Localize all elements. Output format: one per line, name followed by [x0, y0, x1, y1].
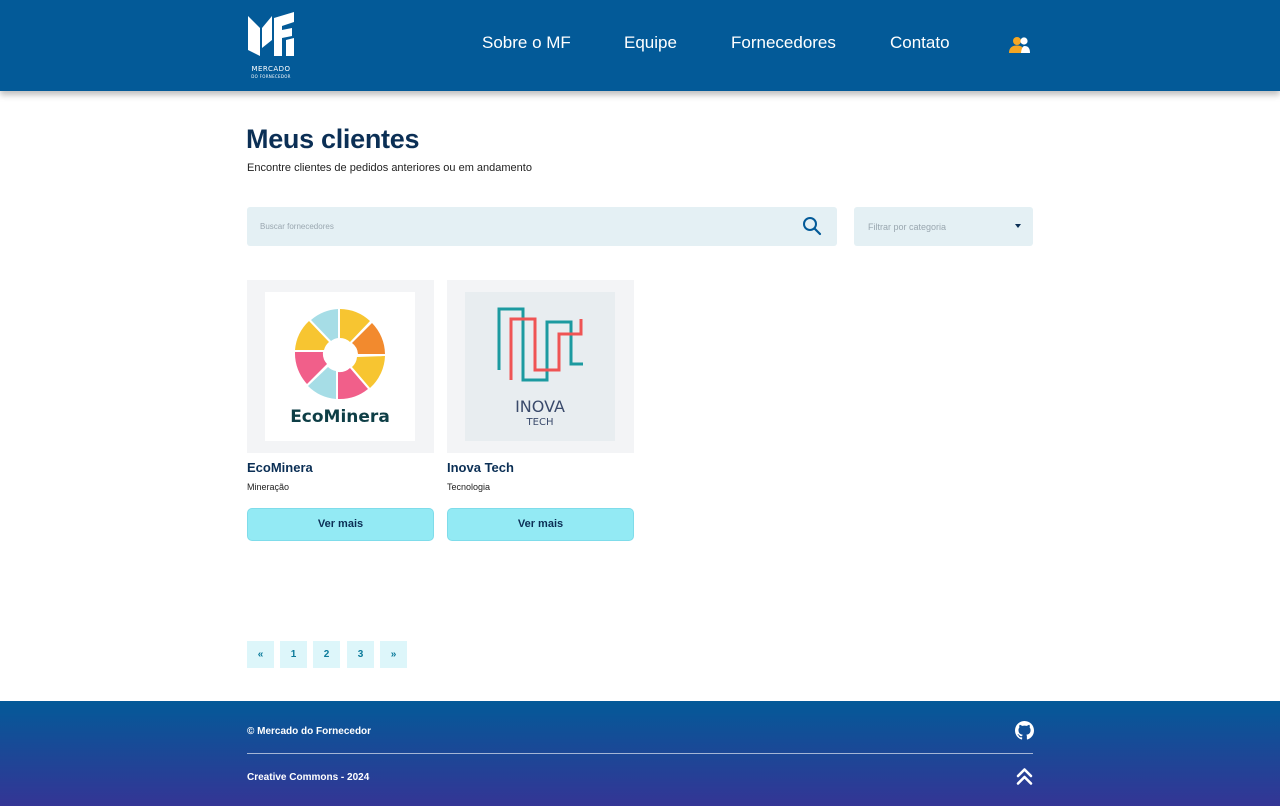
pagination-page-3[interactable]: 3 [347, 641, 374, 668]
brand-name: MERCADO [251, 65, 291, 73]
brand-logo[interactable]: MERCADO DO FORNECEDOR [246, 12, 296, 80]
inova-tech-logo: INOVA TECH [465, 292, 615, 441]
ver-mais-button[interactable]: Ver mais [247, 508, 434, 541]
pagination-page-1[interactable]: 1 [280, 641, 307, 668]
client-category: Mineração [247, 482, 290, 492]
search-icon[interactable] [802, 216, 822, 236]
inova-logo-text: INOVA [515, 397, 565, 416]
nav-item-equipe[interactable]: Equipe [624, 33, 677, 53]
client-image-frame: INOVA TECH [447, 280, 634, 453]
pagination-page-2[interactable]: 2 [313, 641, 340, 668]
footer-divider [247, 753, 1033, 754]
brand-subtitle: DO FORNECEDOR [251, 74, 291, 79]
search-input[interactable] [247, 207, 787, 246]
nav-item-contato[interactable]: Contato [890, 33, 950, 53]
category-filter-select[interactable]: Filtrar por categoria [854, 207, 1033, 246]
nav-item-fornecedores[interactable]: Fornecedores [731, 33, 836, 53]
github-icon[interactable] [1015, 721, 1034, 740]
mf-logo-icon [248, 12, 294, 56]
footer-copyright: © Mercado do Fornecedor [247, 726, 372, 737]
site-header: MERCADO DO FORNECEDOR Sobre o MF Equipe … [0, 0, 1280, 91]
users-icon[interactable] [1009, 36, 1031, 54]
inova-logo-subtext: TECH [526, 417, 554, 428]
ecominera-logo-text: EcoMinera [290, 407, 390, 427]
ver-mais-button[interactable]: Ver mais [447, 508, 634, 541]
page-subtitle: Encontre clientes de pedidos anteriores … [247, 162, 532, 174]
ecominera-logo: EcoMinera [265, 292, 415, 441]
double-chevron-up-icon[interactable] [1016, 767, 1033, 786]
nav-item-sobre[interactable]: Sobre o MF [482, 33, 571, 53]
site-footer: © Mercado do Fornecedor Creative Commons… [0, 701, 1280, 806]
client-image-frame: EcoMinera [247, 280, 434, 453]
category-filter-label: Filtrar por categoria [868, 222, 947, 232]
caret-down-icon [1015, 224, 1021, 228]
client-category: Tecnologia [447, 482, 491, 492]
footer-license: Creative Commons - 2024 [247, 772, 370, 783]
search-bar [247, 207, 837, 246]
pagination-last-button[interactable]: » [380, 641, 407, 668]
client-name: EcoMinera [247, 460, 313, 475]
page-title: Meus clientes [246, 124, 420, 154]
pagination-first-button[interactable]: « [247, 641, 274, 668]
client-name: Inova Tech [447, 460, 514, 475]
